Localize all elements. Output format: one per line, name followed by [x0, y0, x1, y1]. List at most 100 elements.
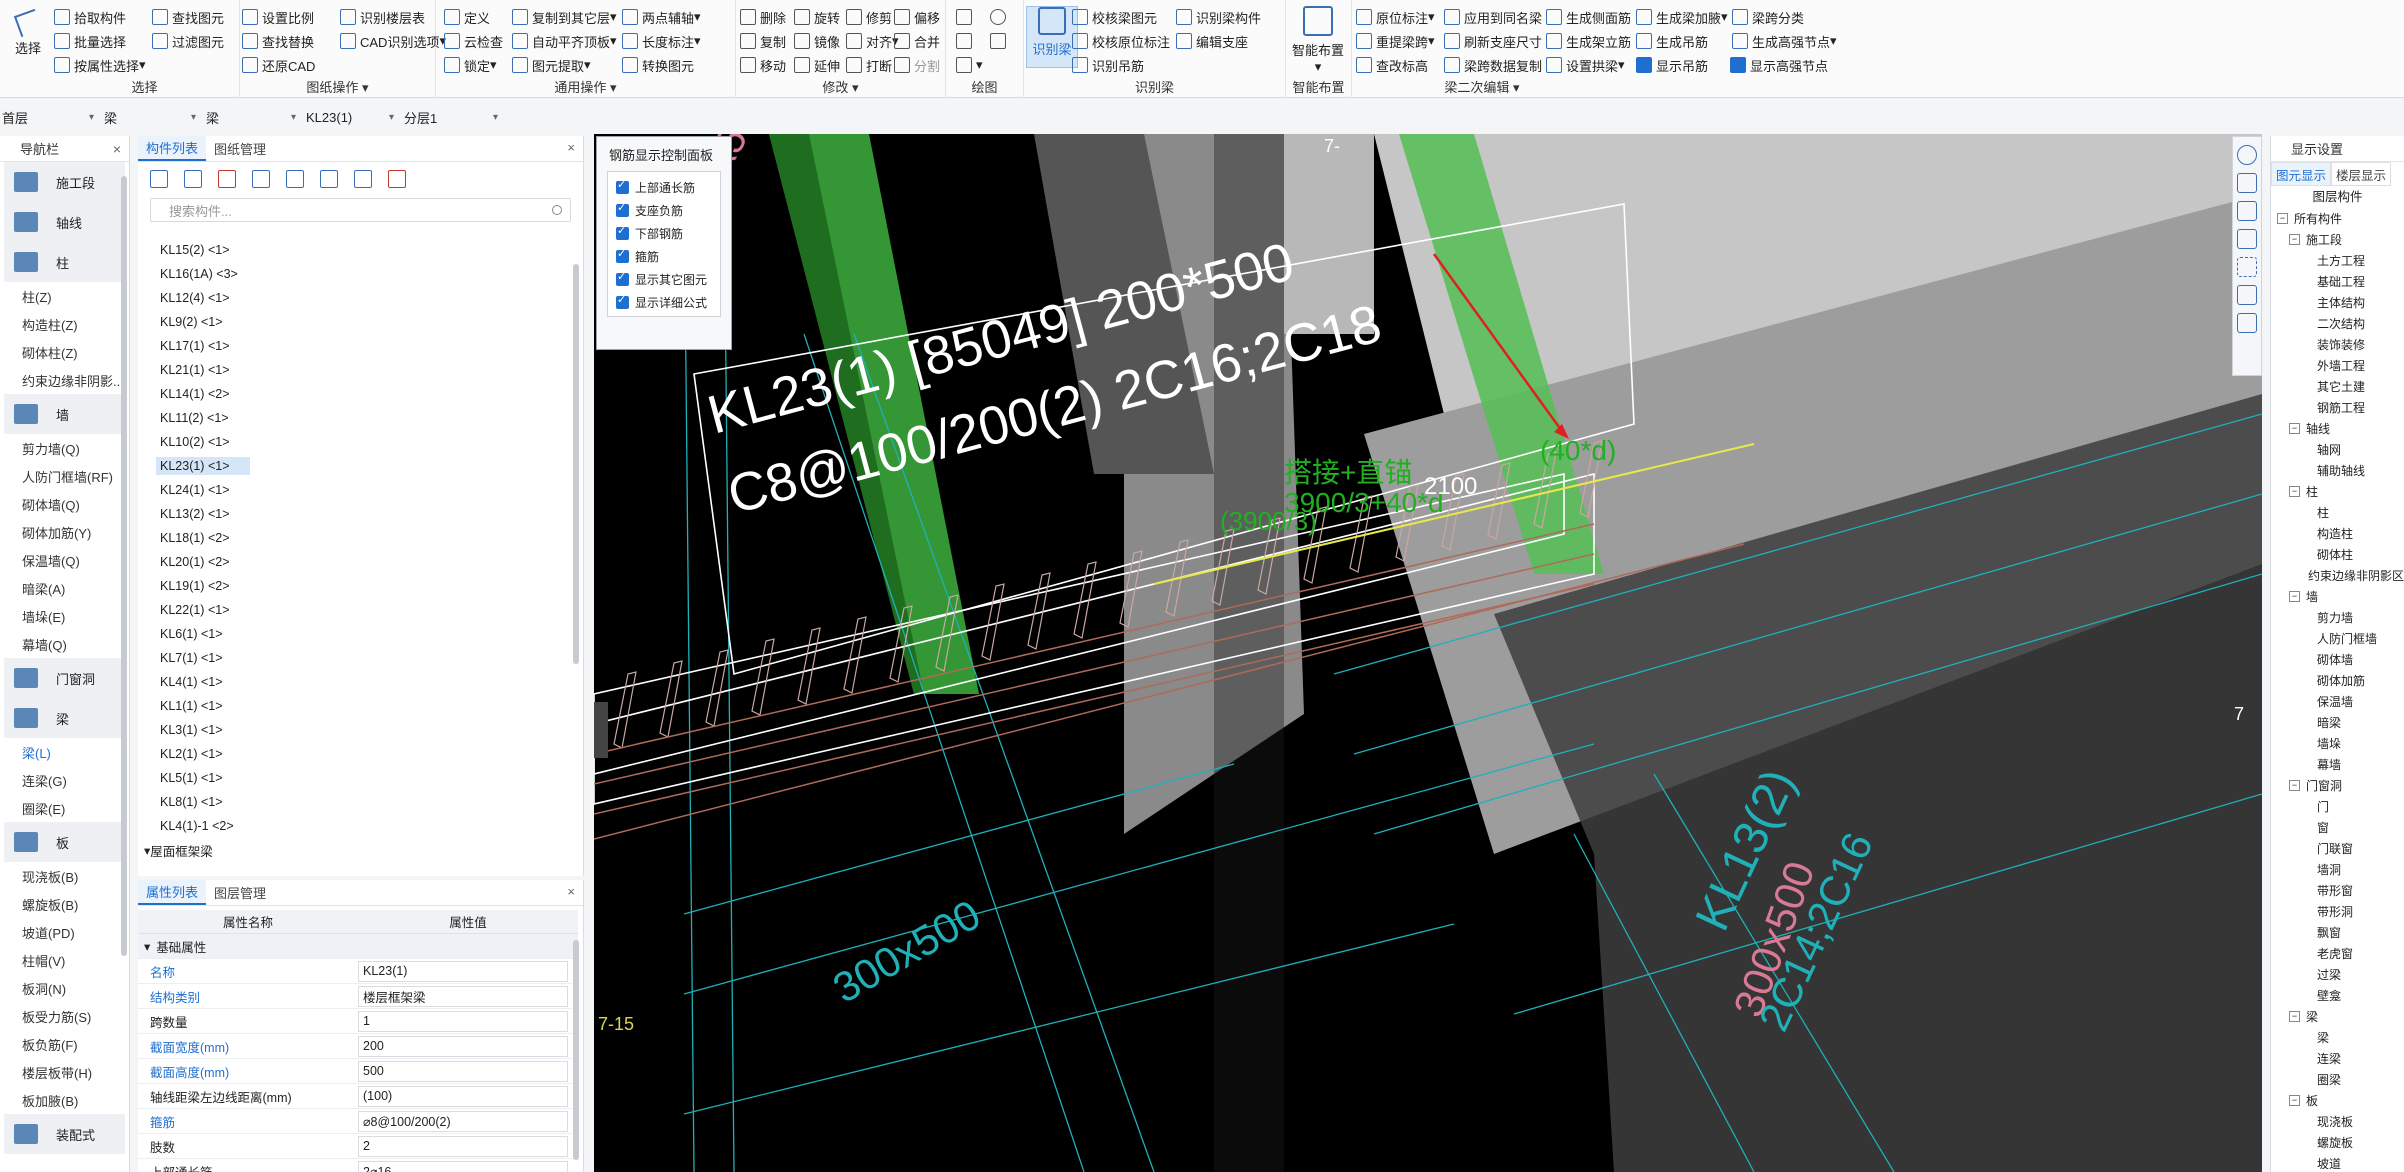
copy-to-other-floor-button[interactable]: 复制到其它层 ▾ [512, 6, 617, 28]
find-replace-button[interactable]: 查找替换 [242, 30, 314, 52]
property-value-field[interactable]: ⌀8@100/200(2) [358, 1110, 568, 1132]
nav-category[interactable]: 柱 [4, 242, 125, 282]
property-scrollbar[interactable] [573, 940, 579, 1160]
nav-category[interactable]: 板 [4, 822, 125, 862]
component-search-input[interactable]: 搜索构件... [150, 198, 571, 222]
tab-component-list[interactable]: 构件列表 [138, 136, 207, 161]
display-tree-item[interactable]: − 施工段 [2271, 229, 2404, 250]
cube-view-icon[interactable] [2237, 229, 2257, 249]
component-list-item[interactable]: KL24(1) <1> [138, 478, 558, 502]
display-tree-item[interactable]: 壁龛 [2271, 985, 2404, 1006]
display-tree-item[interactable]: 带形窗 [2271, 880, 2404, 901]
nav-item[interactable]: 板负筋(F) [0, 1030, 129, 1058]
align-button[interactable]: 对齐 ▾ [846, 30, 899, 52]
check-original-mark-button[interactable]: 校核原位标注 [1072, 30, 1170, 52]
render-icon[interactable] [2237, 285, 2257, 305]
display-tree-item[interactable]: 二次结构 [2271, 313, 2404, 334]
nav-category[interactable]: 装配式 [4, 1114, 125, 1154]
display-tree-item[interactable]: − 墙 [2271, 586, 2404, 607]
property-value-field[interactable]: 2 [358, 1135, 568, 1157]
filter-element-button[interactable]: 过滤图元 [152, 30, 224, 52]
recognize-beam-comp-button[interactable]: 识别梁构件 [1176, 6, 1261, 28]
display-tree-item[interactable]: 约束边缘非阴影区 [2271, 565, 2404, 586]
component-list-item[interactable]: KL22(1) <1> [138, 598, 558, 622]
draw-arc-button[interactable]: ▾ [956, 54, 983, 76]
close-icon[interactable]: × [567, 884, 575, 899]
copy-span-data-button[interactable]: 梁跨数据复制 [1444, 54, 1542, 76]
nav-item[interactable]: 砌体柱(Z) [0, 338, 129, 366]
tab-drawing-management[interactable]: 图纸管理 [206, 136, 274, 161]
original-mark-button[interactable]: 原位标注 ▾ [1356, 6, 1435, 28]
display-tree-item[interactable]: 基础工程 [2271, 271, 2404, 292]
nav-item[interactable]: 砌体墙(Q) [0, 490, 129, 518]
select-tool-button[interactable]: 选择 [2, 4, 54, 57]
sort-icon[interactable] [286, 170, 304, 188]
rebar-option-checkbox[interactable]: 显示详细公式 [616, 291, 720, 314]
display-tree-item[interactable]: 连梁 [2271, 1048, 2404, 1069]
tab-property-list[interactable]: 属性列表 [138, 880, 207, 905]
copy-button[interactable]: 复制 [740, 30, 786, 52]
display-tree-item[interactable]: − 所有构件 [2271, 208, 2404, 229]
component-list-item[interactable]: KL18(1) <2> [138, 526, 558, 550]
left-expand-handle[interactable] [594, 702, 608, 758]
rebar-option-checkbox[interactable]: 显示其它图元 [616, 268, 720, 291]
split-button[interactable]: 分割 [894, 54, 940, 76]
component-list-item[interactable]: KL2(1) <1> [138, 742, 558, 766]
nav-item[interactable]: 楼层板带(H) [0, 1058, 129, 1086]
display-tree-item[interactable]: 辅助轴线 [2271, 460, 2404, 481]
gen-side-bar-button[interactable]: 生成侧面筋 [1546, 6, 1631, 28]
nav-item[interactable]: 墙垛(E) [0, 602, 129, 630]
display-tree-item[interactable]: − 轴线 [2271, 418, 2404, 439]
set-arch-beam-button[interactable]: 设置拱梁 ▾ [1546, 54, 1625, 76]
nav-item[interactable]: 柱(Z) [0, 282, 129, 310]
display-tree-item[interactable]: 保温墙 [2271, 691, 2404, 712]
display-tree-item[interactable]: 柱 [2271, 502, 2404, 523]
collapse-icon[interactable]: − [2289, 1011, 2300, 1022]
find-element-button[interactable]: 查找图元 [152, 6, 224, 28]
component-list-item[interactable]: KL17(1) <1> [138, 334, 558, 358]
layer-copy-icon[interactable] [252, 170, 270, 188]
gen-haunch-button[interactable]: 生成梁加腋 ▾ [1636, 6, 1728, 28]
nav-item[interactable]: 板加腋(B) [0, 1086, 129, 1114]
layer-dropdown[interactable]: 分层1 [402, 106, 502, 128]
nav-item[interactable]: 梁(L) [0, 738, 129, 766]
nav-category[interactable]: 门窗洞 [4, 658, 125, 698]
edit-support-button[interactable]: 编辑支座 [1176, 30, 1248, 52]
display-tree-item[interactable]: 装饰装修 [2271, 334, 2404, 355]
set-scale-button[interactable]: 设置比例 [242, 6, 314, 28]
nav-item[interactable]: 约束边缘非阴影... [0, 366, 129, 394]
component-tree-node[interactable]: ▾ 屋面框架梁 [138, 838, 558, 862]
settings-icon[interactable] [2237, 313, 2257, 333]
tab-element-display[interactable]: 图元显示 [2271, 162, 2332, 186]
display-tree-item[interactable]: 老虎窗 [2271, 943, 2404, 964]
move-button[interactable]: 移动 [740, 54, 786, 76]
property-value-field[interactable]: 楼层框架梁 [358, 985, 568, 1007]
3d-view-icon[interactable] [2237, 201, 2257, 221]
component-list-item[interactable]: KL20(1) <2> [138, 550, 558, 574]
rotate-button[interactable]: 旋转 [794, 6, 840, 28]
display-tree-item[interactable]: 外墙工程 [2271, 355, 2404, 376]
display-tree-item[interactable]: 轴网 [2271, 439, 2404, 460]
component-list-item[interactable]: KL6(1) <1> [138, 622, 558, 646]
draw-rect-button[interactable] [990, 30, 1010, 52]
refresh-support-button[interactable]: 刷新支座尺寸 [1444, 30, 1542, 52]
delete-component-icon[interactable] [218, 170, 236, 188]
component-list-item[interactable]: KL16(1A) <3> [138, 262, 558, 286]
nav-category[interactable]: 轴线 [4, 202, 125, 242]
cloud-check-button[interactable]: 云检查 [444, 30, 503, 52]
display-tree-item[interactable]: 坡道 [2271, 1153, 2404, 1172]
batch-select-button[interactable]: 批量选择 [54, 30, 126, 52]
component-list-item[interactable]: KL3(1) <1> [138, 718, 558, 742]
property-value-field[interactable]: 500 [358, 1060, 568, 1082]
extend-button[interactable]: 延伸 [794, 54, 840, 76]
component-list-item[interactable]: KL12(4) <1> [138, 286, 558, 310]
two-point-axis-button[interactable]: 两点辅轴 ▾ [622, 6, 701, 28]
display-tree-item[interactable]: 砌体柱 [2271, 544, 2404, 565]
trim-button[interactable]: 修剪 [846, 6, 892, 28]
property-value-field[interactable]: (100) [358, 1085, 568, 1107]
display-tree-item[interactable]: − 门窗洞 [2271, 775, 2404, 796]
floor-dropdown[interactable]: 首层 [0, 106, 98, 128]
merge-button[interactable]: 合并 [894, 30, 940, 52]
nav-category[interactable]: 墙 [4, 394, 125, 434]
length-dimension-button[interactable]: 长度标注 ▾ [622, 30, 701, 52]
